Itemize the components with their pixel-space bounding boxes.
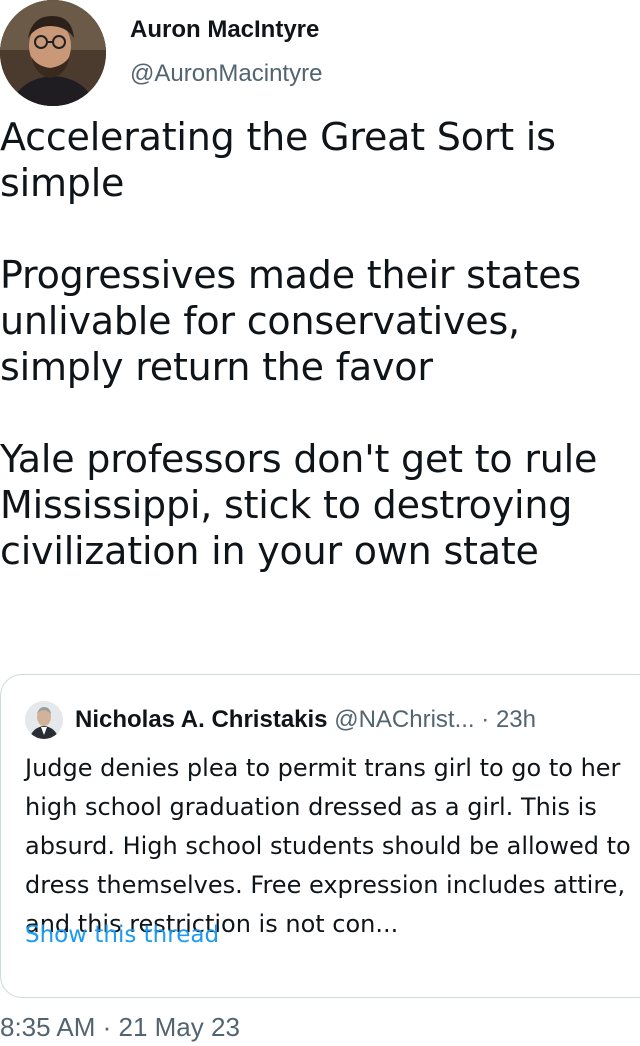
tweet-timestamp[interactable]: 8:35 AM · 21 May 23 <box>0 1012 240 1043</box>
quoted-author-handle[interactable]: @NAChrist... <box>334 706 474 733</box>
quoted-tweet-time[interactable]: 23h <box>496 706 536 733</box>
quoted-author-avatar[interactable] <box>25 701 63 739</box>
author-handle[interactable]: @AuronMacintyre <box>130 60 322 88</box>
author-avatar[interactable] <box>0 0 106 106</box>
quoted-tweet-header: Nicholas A. Christakis @NAChrist... · 23… <box>75 706 536 734</box>
author-name[interactable]: Auron MacIntyre <box>130 16 319 44</box>
quoted-author-avatar-image <box>25 701 63 739</box>
tweet-paragraph: Yale professors don't get to rule Missis… <box>0 437 598 573</box>
quoted-author-name[interactable]: Nicholas A. Christakis <box>75 706 328 733</box>
tweet-paragraph: Progressives made their states unlivable… <box>0 253 582 389</box>
show-thread-link[interactable]: Show this thread <box>25 922 219 948</box>
quoted-tweet-card[interactable]: Nicholas A. Christakis @NAChrist... · 23… <box>0 674 640 998</box>
separator-dot: · <box>481 706 490 733</box>
quoted-tweet-text: Judge denies plea to permit trans girl t… <box>25 754 631 938</box>
tweet-paragraph: Accelerating the Great Sort is simple <box>0 115 556 205</box>
author-avatar-image <box>0 0 106 106</box>
tweet-text: Accelerating the Great Sort is simple Pr… <box>0 114 630 574</box>
